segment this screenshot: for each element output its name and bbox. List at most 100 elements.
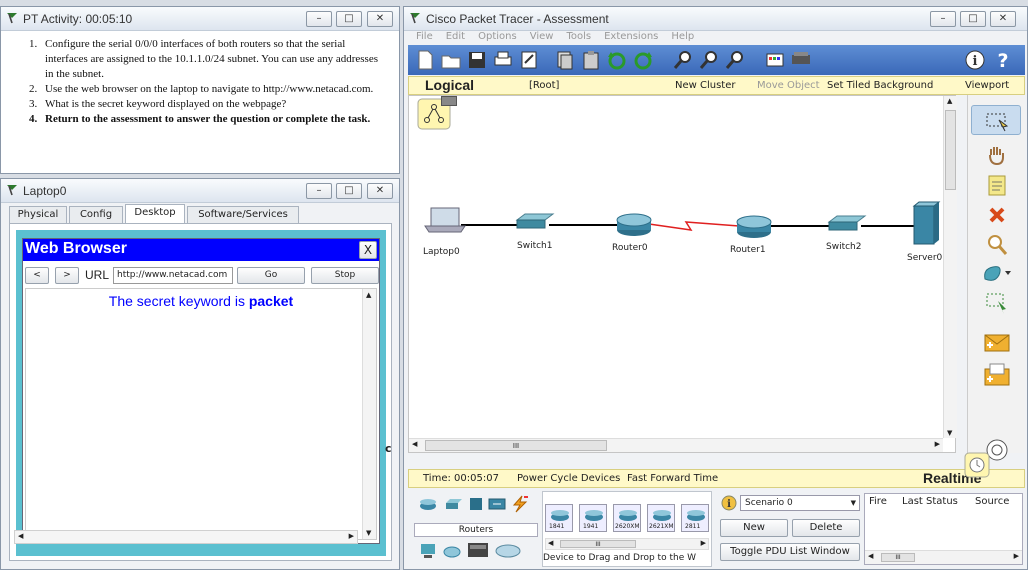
paste-icon[interactable] xyxy=(580,49,602,71)
realtime-clock-icon[interactable] xyxy=(964,452,990,478)
menu-view[interactable]: View xyxy=(530,31,554,42)
content-scrollbar[interactable]: ▲ ▼ xyxy=(362,289,376,539)
maximize-button[interactable]: □ xyxy=(336,183,362,199)
delete-scenario-button[interactable]: Delete xyxy=(792,519,860,537)
scroll-left-icon[interactable]: ◀ xyxy=(18,532,23,540)
tab-desktop[interactable]: Desktop xyxy=(125,204,185,224)
undo-icon[interactable] xyxy=(606,49,628,71)
model-2621xm[interactable]: 2621XM xyxy=(647,504,675,532)
info-icon[interactable]: i xyxy=(964,49,986,71)
close-button[interactable]: ✕ xyxy=(990,11,1016,27)
tab-config[interactable]: Config xyxy=(69,206,123,223)
scroll-left-icon[interactable]: ◀ xyxy=(548,539,553,547)
zoom-in-icon[interactable] xyxy=(672,49,694,71)
pdu-col-fire[interactable]: Fire xyxy=(869,496,887,507)
model-1941[interactable]: 1941 xyxy=(579,504,607,532)
menu-file[interactable]: File xyxy=(416,31,433,42)
wireless-category-icon[interactable] xyxy=(488,497,506,511)
model-2620xm[interactable]: 2620XM xyxy=(613,504,641,532)
fast-forward-button[interactable]: Fast Forward Time xyxy=(627,473,718,484)
minimize-button[interactable]: – xyxy=(306,183,332,199)
maximize-button[interactable]: □ xyxy=(960,11,986,27)
hscroll-thumb[interactable]: III xyxy=(425,440,607,451)
cloud-category-icon[interactable] xyxy=(494,541,522,559)
delete-icon[interactable] xyxy=(985,203,1009,227)
open-folder-icon[interactable] xyxy=(440,49,462,71)
copy-icon[interactable] xyxy=(554,49,576,71)
toggle-pdu-list-button[interactable]: Toggle PDU List Window xyxy=(720,543,860,561)
minimize-button[interactable]: – xyxy=(306,11,332,27)
server-device-icon[interactable] xyxy=(912,201,941,245)
palette-icon[interactable] xyxy=(764,49,786,71)
select-tool[interactable] xyxy=(971,105,1021,135)
pdu-hscrollbar[interactable]: ◀ III ▶ xyxy=(865,550,1022,564)
redo-icon[interactable] xyxy=(632,49,654,71)
go-button[interactable]: Go xyxy=(237,267,305,284)
zoom-out-icon[interactable] xyxy=(724,49,746,71)
set-tiled-background-button[interactable]: Set Tiled Background xyxy=(827,80,933,91)
laptop-bottom-scrollbar[interactable]: ◀ ▶ xyxy=(14,530,358,544)
help-icon[interactable]: ? xyxy=(992,49,1014,71)
viewport-button[interactable]: Viewport xyxy=(965,80,1009,91)
url-input[interactable]: http://www.netacad.com xyxy=(113,267,233,284)
new-scenario-button[interactable]: New xyxy=(720,519,788,537)
resize-shape-icon[interactable] xyxy=(985,291,1009,315)
wan-emulation-category-icon[interactable] xyxy=(466,539,490,561)
stop-button[interactable]: Stop xyxy=(311,267,379,284)
zoom-reset-icon[interactable] xyxy=(698,49,720,71)
pdu-col-last-status[interactable]: Last Status xyxy=(902,496,958,507)
scenario-select[interactable]: Scenario 0 ▼ xyxy=(740,495,860,511)
workspace-canvas[interactable]: Laptop0 Switch1 Router0 Router1 Switch2 … xyxy=(408,95,957,453)
vscroll-thumb[interactable] xyxy=(945,110,956,190)
scroll-left-icon[interactable]: ◀ xyxy=(868,552,873,560)
tab-physical[interactable]: Physical xyxy=(9,206,67,223)
maximize-button[interactable]: □ xyxy=(336,11,362,27)
move-object-button[interactable]: Move Object xyxy=(757,80,820,91)
canvas-vscrollbar[interactable]: ▲ ▼ xyxy=(943,96,957,438)
menu-options[interactable]: Options xyxy=(478,31,517,42)
note-icon[interactable] xyxy=(985,173,1009,197)
connections-category-icon[interactable] xyxy=(510,495,530,513)
scroll-right-icon[interactable]: ▶ xyxy=(349,532,354,540)
menu-help[interactable]: Help xyxy=(671,31,694,42)
info-icon[interactable]: i xyxy=(721,495,737,511)
menu-tools[interactable]: Tools xyxy=(566,31,591,42)
link-serial-router0-router1[interactable] xyxy=(648,221,740,231)
hscroll-thumb[interactable]: III xyxy=(881,553,915,562)
hubs-category-icon[interactable] xyxy=(468,497,484,511)
scroll-left-icon[interactable]: ◀ xyxy=(412,440,417,448)
hscroll-thumb[interactable]: III xyxy=(560,540,636,548)
laptop-device-icon[interactable] xyxy=(424,207,466,233)
router-device-icon[interactable] xyxy=(616,213,652,236)
model-2811[interactable]: 2811 xyxy=(681,504,709,532)
models-hscrollbar[interactable]: ◀ III ▶ xyxy=(545,538,709,550)
activity-wizard-icon[interactable] xyxy=(518,49,540,71)
pdu-col-source[interactable]: Source xyxy=(975,496,1009,507)
draw-shape-icon[interactable] xyxy=(981,261,1011,285)
scroll-right-icon[interactable]: ▶ xyxy=(701,539,706,547)
close-button[interactable]: ✕ xyxy=(367,11,393,27)
hand-icon[interactable] xyxy=(985,143,1009,167)
new-cluster-button[interactable]: New Cluster xyxy=(675,80,735,91)
security-category-icon[interactable] xyxy=(442,541,462,561)
router-device-icon[interactable] xyxy=(736,215,772,238)
menu-extensions[interactable]: Extensions xyxy=(604,31,658,42)
switch-device-icon[interactable] xyxy=(515,213,555,229)
canvas-hscrollbar[interactable]: ◀ III ▶ xyxy=(409,438,943,452)
custom-device-icon[interactable] xyxy=(790,49,812,71)
inspect-icon[interactable] xyxy=(985,233,1009,257)
add-simple-pdu-icon[interactable] xyxy=(982,331,1012,355)
tab-software-services[interactable]: Software/Services xyxy=(187,206,299,223)
add-complex-pdu-icon[interactable] xyxy=(982,361,1012,391)
switches-category-icon[interactable] xyxy=(444,497,464,511)
save-icon[interactable] xyxy=(466,49,488,71)
back-button[interactable]: < xyxy=(25,267,49,284)
logical-tab[interactable]: Logical xyxy=(425,77,474,93)
browser-close-button[interactable]: X xyxy=(359,241,377,259)
new-file-icon[interactable] xyxy=(414,49,436,71)
scroll-right-icon[interactable]: ▶ xyxy=(935,440,940,448)
print-icon[interactable] xyxy=(492,49,514,71)
scroll-up-icon[interactable]: ▲ xyxy=(366,291,371,299)
end-devices-category-icon[interactable] xyxy=(418,541,438,561)
scroll-down-icon[interactable]: ▼ xyxy=(366,529,371,537)
